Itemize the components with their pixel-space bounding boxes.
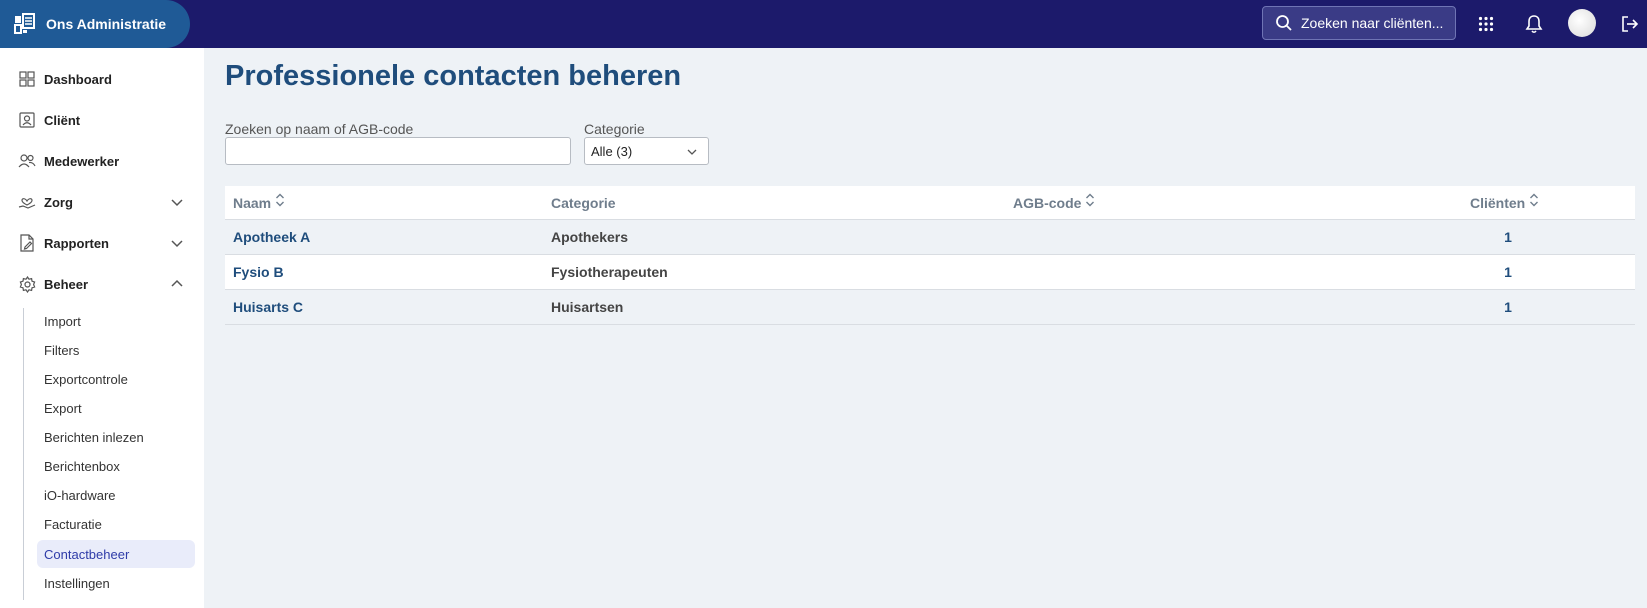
sort-icon	[1530, 193, 1539, 207]
sidebar-subitem-instellingen[interactable]: Instellingen	[37, 569, 195, 597]
sidebar-subitem-io-hardware[interactable]: iO-hardware	[37, 481, 195, 509]
report-icon	[18, 234, 36, 252]
contact-client-count-link[interactable]: 1	[1501, 299, 1515, 315]
apps-grid-icon[interactable]	[1474, 12, 1498, 36]
users-icon	[18, 152, 36, 170]
contact-name-link[interactable]: Fysio B	[233, 264, 284, 280]
sidebar-item-beheer[interactable]: Beheer	[0, 264, 204, 304]
category-selected-value: Alle (3)	[591, 143, 633, 159]
brand[interactable]: Ons Administratie	[0, 0, 190, 48]
column-header-naam[interactable]: Naam	[233, 193, 285, 211]
search-field-label: Zoeken op naam of AGB-code	[225, 121, 414, 137]
app-logo-icon	[14, 13, 36, 35]
chevron-down-icon	[687, 149, 697, 155]
column-header-clienten[interactable]: Cliënten	[1470, 193, 1539, 211]
column-header-agb-code[interactable]: AGB-code	[1013, 193, 1095, 211]
sidebar-subitem-facturatie[interactable]: Facturatie	[37, 510, 195, 538]
table-row: Fysio B Fysiotherapeuten 1	[225, 255, 1635, 290]
search-icon	[1276, 15, 1292, 31]
sort-icon	[276, 193, 285, 207]
sidebar-subitem-berichten-inlezen[interactable]: Berichten inlezen	[37, 423, 195, 451]
category-select[interactable]: Alle (3)	[584, 137, 709, 165]
chevron-down-icon	[171, 199, 183, 207]
sidebar-subitem-contactbeheer[interactable]: Contactbeheer	[37, 540, 195, 568]
contact-category: Fysiotherapeuten	[551, 264, 668, 280]
sidebar-subitem-filters[interactable]: Filters	[37, 336, 195, 364]
sidebar-item-zorg[interactable]: Zorg	[0, 182, 204, 222]
sidebar-item-label: Beheer	[44, 276, 89, 292]
sidebar-item-rapporten[interactable]: Rapporten	[0, 223, 204, 263]
sidebar-item-label: Dashboard	[44, 71, 112, 87]
sidebar-item-client[interactable]: Cliënt	[0, 100, 204, 140]
client-search-input[interactable]: Zoeken naar cliënten...	[1262, 6, 1456, 40]
contact-name-link[interactable]: Apotheek A	[233, 229, 310, 245]
column-header-categorie: Categorie	[551, 195, 616, 211]
client-search-placeholder: Zoeken naar cliënten...	[1301, 15, 1444, 31]
contact-category: Huisartsen	[551, 299, 624, 315]
table-header: Naam Categorie AGB-code Cliënten	[225, 186, 1635, 220]
gear-icon	[18, 275, 36, 293]
dashboard-icon	[18, 70, 36, 88]
contact-name-link[interactable]: Huisarts C	[233, 299, 303, 315]
client-icon	[18, 111, 36, 129]
contact-client-count-link[interactable]: 1	[1501, 264, 1515, 280]
sidebar: Dashboard Cliënt Medewerker Zorg Rapport…	[0, 48, 204, 608]
app-name: Ons Administratie	[46, 16, 167, 32]
bell-icon[interactable]	[1522, 12, 1546, 36]
chevron-down-icon	[171, 240, 183, 248]
name-agb-search-input[interactable]	[225, 137, 571, 165]
avatar[interactable]	[1568, 9, 1596, 37]
contact-category: Apothekers	[551, 229, 629, 245]
sidebar-subitem-export[interactable]: Export	[37, 394, 195, 422]
sidebar-item-label: Medewerker	[44, 153, 120, 169]
sidebar-item-medewerker[interactable]: Medewerker	[0, 141, 204, 181]
sidebar-item-label: Rapporten	[44, 235, 109, 251]
table-row: Apotheek A Apothekers 1	[225, 220, 1635, 255]
care-icon	[18, 193, 36, 211]
contacts-table: Naam Categorie AGB-code Cliënten Apothee…	[225, 186, 1635, 325]
sidebar-subitem-import[interactable]: Import	[37, 307, 195, 335]
sort-icon	[1086, 193, 1095, 207]
submenu-divider	[23, 308, 24, 600]
sidebar-subitem-exportcontrole[interactable]: Exportcontrole	[37, 365, 195, 393]
contact-client-count-link[interactable]: 1	[1501, 229, 1515, 245]
top-bar: Ons Administratie Zoeken naar cliënten..…	[0, 0, 1647, 48]
sidebar-item-dashboard[interactable]: Dashboard	[0, 59, 204, 99]
sidebar-subitem-berichtenbox[interactable]: Berichtenbox	[37, 452, 195, 480]
category-field-label: Categorie	[584, 121, 645, 137]
table-row: Huisarts C Huisartsen 1	[225, 290, 1635, 325]
chevron-up-icon	[171, 279, 183, 287]
sidebar-item-label: Cliënt	[44, 112, 81, 128]
logout-icon[interactable]	[1618, 12, 1642, 36]
sidebar-item-label: Zorg	[44, 194, 73, 210]
page-title: Professionele contacten beheren	[225, 60, 682, 92]
